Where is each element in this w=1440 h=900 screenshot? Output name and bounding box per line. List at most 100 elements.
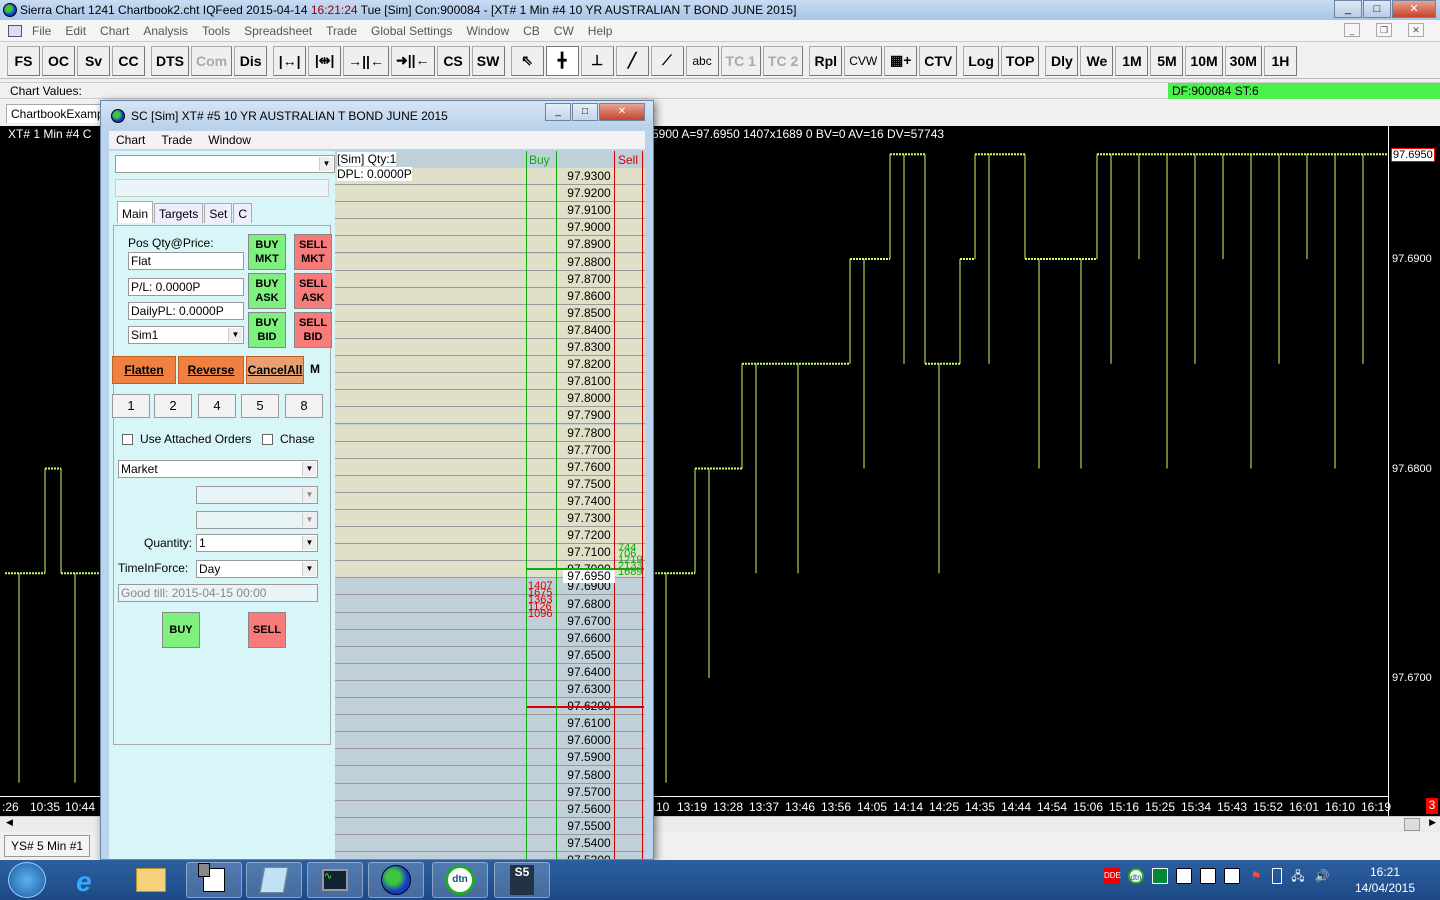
ladder-row[interactable]: 97.5500 [335, 818, 645, 835]
sierra-chart-taskbar-icon[interactable] [368, 862, 424, 898]
tab-targets[interactable]: Targets [154, 203, 204, 223]
window-tray-icon[interactable] [1200, 868, 1216, 884]
dtn-tray-icon[interactable]: dtn [1128, 868, 1144, 884]
ladder-row[interactable]: 97.9100 [335, 202, 645, 220]
ladder-row[interactable]: 97.8300 [335, 339, 645, 356]
menu-trade[interactable]: Trade [161, 131, 192, 149]
price-axis[interactable]: 97.6950 97.6900 97.6800 97.6700 [1388, 126, 1440, 816]
ladder-row[interactable]: 97.6100 [335, 715, 645, 733]
ladder-row[interactable]: 97.8500 [335, 304, 645, 322]
quantity-4-button[interactable]: 4 [198, 394, 236, 418]
ladder-row[interactable]: 97.6600 [335, 630, 645, 647]
notepad-icon[interactable] [246, 862, 302, 898]
ladder-row[interactable]: 97.6800 [335, 596, 645, 613]
buy-market-button[interactable]: BUY MKT [248, 234, 286, 270]
ladder-row[interactable]: 97.7800 [335, 424, 645, 442]
toolbar-1h-button[interactable]: 1H [1263, 45, 1297, 76]
ladder-row[interactable]: 97.7300 [335, 510, 645, 527]
sell-market-button[interactable]: SELL MKT [294, 234, 332, 270]
toolbar-fs-button[interactable]: FS [7, 45, 40, 76]
ladder-row[interactable]: 97.6400 [335, 664, 645, 681]
ladder-row[interactable]: 97.6000 [335, 732, 645, 750]
sell-bid-button[interactable]: SELL BID [294, 312, 332, 348]
toolbar-log-button[interactable]: Log [963, 45, 999, 76]
toolbar-rpl-button[interactable]: Rpl [809, 45, 843, 76]
quantity-1-button[interactable]: 1 [112, 394, 150, 418]
ladder-row[interactable]: 97.8600 [335, 287, 645, 305]
price-ladder[interactable]: 97.9300 97.9200 97.9100 97.9000 97.8900 97.88… [335, 151, 645, 859]
toolbar-dts-button[interactable]: DTS [151, 45, 189, 76]
symbol-combo[interactable]: ▼ [115, 155, 335, 173]
mdi-close-button[interactable]: ✕ [1408, 23, 1424, 37]
dde-tray-icon[interactable]: DDE [1104, 868, 1121, 884]
trade-window-maximize-button[interactable]: □ [572, 103, 598, 121]
scroll-right-icon[interactable]: ▶ [1429, 817, 1436, 828]
ladder-row[interactable]: 97.7200 [335, 527, 645, 545]
s5-trader-icon[interactable]: S5 [494, 862, 550, 898]
battery-icon[interactable] [1272, 868, 1282, 884]
toolbar-tc1-button[interactable]: TC 1 [720, 45, 761, 76]
toolbar-dly-button[interactable]: Dly [1045, 45, 1079, 76]
compress-icon[interactable]: →||← [343, 45, 389, 76]
toolbar-sv-button[interactable]: Sv [77, 45, 110, 76]
toolbar-we-button[interactable]: We [1080, 45, 1114, 76]
price1-field[interactable]: ▼ [196, 486, 318, 504]
tab-set[interactable]: Set [204, 203, 233, 223]
ladder-row[interactable]: 97.8000 [335, 390, 645, 408]
ladder-row[interactable]: 97.9000 [335, 219, 645, 237]
sell-button[interactable]: SELL [248, 612, 286, 648]
ladder-row[interactable]: 97.8200 [335, 356, 645, 374]
toolbar-cs-button[interactable]: CS [436, 45, 470, 76]
ladder-row[interactable]: 97.7600 [335, 458, 645, 476]
order-type-select[interactable]: Market ▼ [118, 460, 318, 478]
menu-help[interactable]: Help [588, 24, 613, 38]
minimize-button[interactable]: _ [1334, 0, 1362, 18]
menu-spreadsheet[interactable]: Spreadsheet [244, 24, 312, 38]
ladder-row[interactable]: 97.5700 [335, 784, 645, 801]
chevron-down-icon[interactable]: ▼ [302, 536, 316, 550]
chevron-down-icon[interactable]: ▼ [302, 488, 316, 502]
ladder-row[interactable]: 97.7700 [335, 441, 645, 459]
chevron-down-icon[interactable]: ▼ [302, 462, 316, 476]
menu-trade[interactable]: Trade [326, 24, 357, 38]
good-till-field[interactable]: Good till: 2015-04-15 00:00 [118, 584, 318, 602]
ladder-row[interactable]: 97.7400 [335, 492, 645, 510]
menu-chart[interactable]: Chart [100, 24, 129, 38]
chartbook-tab[interactable]: ChartbookExamp [6, 104, 109, 123]
window-tray-icon[interactable] [1176, 868, 1192, 884]
alert-count-badge[interactable]: 3 [1426, 798, 1438, 814]
chevron-down-icon[interactable]: ▼ [319, 157, 333, 171]
toolbar-tc2-button[interactable]: TC 2 [762, 45, 804, 76]
ladder-row[interactable]: 97.5800 [335, 767, 645, 784]
ladder-row[interactable]: 97.7500 [335, 475, 645, 493]
cursor-icon[interactable]: ⊥ [580, 45, 614, 76]
action-center-flag-icon[interactable]: ⚑ [1248, 868, 1264, 884]
ladder-row[interactable]: 97.8700 [335, 270, 645, 288]
chevron-down-icon[interactable]: ▼ [228, 328, 242, 342]
ladder-row[interactable]: 97.6300 [335, 681, 645, 698]
time-in-force-select[interactable]: Day ▼ [196, 560, 318, 578]
ladder-row[interactable]: 97.7100 [335, 544, 645, 562]
file-explorer-icon[interactable] [136, 868, 166, 892]
ladder-row[interactable]: 97.7900 [335, 407, 645, 425]
pointer-icon[interactable]: ⇖ [510, 45, 544, 76]
internet-explorer-icon[interactable]: e [76, 866, 92, 898]
system-clock[interactable]: 16:21 14/04/2015 [1350, 864, 1420, 896]
ladder-row[interactable]: 97.8900 [335, 236, 645, 254]
chevron-down-icon[interactable]: ▼ [302, 562, 316, 576]
toolbar-cvw-button[interactable]: CVW [844, 45, 883, 76]
ladder-row[interactable]: 97.8100 [335, 373, 645, 391]
ladder-row[interactable]: 97.5400 [335, 835, 645, 852]
menu-edit[interactable]: Edit [65, 24, 86, 38]
ladder-row[interactable]: 97.8400 [335, 321, 645, 339]
ladder-row[interactable]: 97.8800 [335, 253, 645, 271]
toolbar-cc-button[interactable]: CC [112, 45, 145, 76]
menu-cb[interactable]: CB [523, 24, 540, 38]
menu-global-settings[interactable]: Global Settings [371, 24, 452, 38]
buy-ask-button[interactable]: BUY ASK [248, 273, 286, 309]
price2-field[interactable]: ▼ [196, 511, 318, 529]
chase-checkbox[interactable] [262, 434, 273, 445]
use-attached-orders-checkbox[interactable] [122, 434, 133, 445]
dtn-iqfeed-icon[interactable]: dtn [432, 862, 488, 898]
chart-tab-ys-5min[interactable]: YS# 5 Min #1 [4, 835, 91, 857]
